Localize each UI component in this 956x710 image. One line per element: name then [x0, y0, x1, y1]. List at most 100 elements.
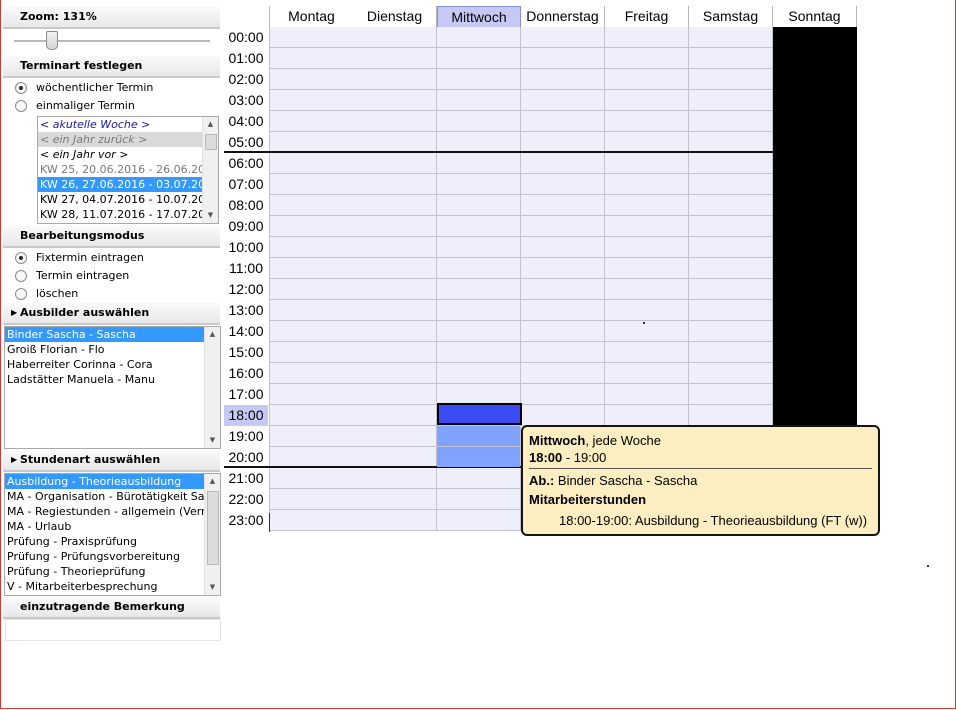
- expand-arrow-icon[interactable]: ▶: [11, 450, 17, 470]
- week-item-kw25[interactable]: KW 25, 20.06.2016 - 26.06.2016: [38, 162, 218, 177]
- time-slot[interactable]: [353, 489, 437, 510]
- zoom-slider-track[interactable]: [14, 40, 210, 43]
- expand-arrow-icon[interactable]: ▶: [11, 303, 17, 323]
- time-slot[interactable]: [269, 69, 354, 90]
- time-slot[interactable]: [605, 279, 689, 300]
- time-slot[interactable]: [773, 216, 857, 237]
- stundenart-item[interactable]: Prüfung - Praxisprüfung: [5, 534, 220, 549]
- week-item-year-back[interactable]: < ein Jahr zurück >: [38, 132, 218, 147]
- time-slot[interactable]: [605, 111, 689, 132]
- time-slot[interactable]: [269, 468, 354, 489]
- time-slot[interactable]: [353, 279, 437, 300]
- time-slot[interactable]: [521, 27, 605, 48]
- time-slot[interactable]: [269, 27, 354, 48]
- time-slot[interactable]: [521, 405, 605, 426]
- ausbilder-list-scrollbar[interactable]: ▲ ▼: [204, 327, 220, 448]
- time-slot[interactable]: [605, 405, 689, 426]
- ausbilder-list[interactable]: Binder Sascha - Sascha Groiß Florian - F…: [4, 326, 221, 449]
- time-slot[interactable]: [353, 342, 437, 363]
- time-slot[interactable]: [269, 363, 354, 384]
- time-slot[interactable]: [605, 237, 689, 258]
- radio-loeschen-indicator[interactable]: [15, 288, 27, 300]
- time-slot[interactable]: [353, 27, 437, 48]
- time-slot[interactable]: [689, 132, 773, 153]
- time-slot[interactable]: [689, 216, 773, 237]
- stundenart-item[interactable]: MA - Organisation - Bürotätigkeit Sauer …: [5, 489, 220, 504]
- time-slot[interactable]: [773, 69, 857, 90]
- time-slot[interactable]: [521, 153, 605, 174]
- time-slot[interactable]: [437, 111, 521, 132]
- radio-weekly-indicator[interactable]: [15, 82, 27, 94]
- time-slot[interactable]: [689, 48, 773, 69]
- time-slot[interactable]: [689, 405, 773, 426]
- time-slot[interactable]: [437, 342, 521, 363]
- day-header-montag[interactable]: Montag: [269, 6, 354, 28]
- scroll-up-icon[interactable]: ▲: [203, 117, 218, 132]
- time-slot[interactable]: [689, 279, 773, 300]
- time-slot[interactable]: [521, 342, 605, 363]
- stundenart-list-scrollbar[interactable]: ▲ ▼: [204, 474, 220, 595]
- time-slot[interactable]: [773, 27, 857, 48]
- time-slot[interactable]: [773, 90, 857, 111]
- time-slot[interactable]: [521, 363, 605, 384]
- time-slot[interactable]: [773, 132, 857, 153]
- week-list-scroll-thumb[interactable]: [205, 134, 217, 150]
- time-slot[interactable]: [605, 90, 689, 111]
- time-slot[interactable]: [605, 27, 689, 48]
- time-slot[interactable]: [773, 237, 857, 258]
- time-slot[interactable]: [773, 363, 857, 384]
- time-slot[interactable]: [353, 447, 437, 468]
- time-slot[interactable]: [521, 48, 605, 69]
- time-slot[interactable]: [521, 279, 605, 300]
- ausbilder-item[interactable]: Ladstätter Manuela - Manu: [5, 372, 220, 387]
- time-slot[interactable]: [437, 216, 521, 237]
- time-slot[interactable]: [521, 174, 605, 195]
- time-slot[interactable]: [353, 216, 437, 237]
- week-item-kw27[interactable]: KW 27, 04.07.2016 - 10.07.2016: [38, 192, 218, 207]
- time-slot[interactable]: [353, 384, 437, 405]
- time-slot[interactable]: [605, 132, 689, 153]
- time-slot[interactable]: [353, 69, 437, 90]
- week-list-scrollbar[interactable]: ▲ ▼: [202, 117, 218, 223]
- time-slot[interactable]: [521, 237, 605, 258]
- time-slot[interactable]: [269, 195, 354, 216]
- time-slot[interactable]: [521, 258, 605, 279]
- time-slot[interactable]: [773, 405, 857, 426]
- radio-fixtermin-indicator[interactable]: [15, 252, 27, 264]
- time-slot[interactable]: [437, 279, 521, 300]
- time-slot[interactable]: [437, 48, 521, 69]
- time-slot[interactable]: [689, 363, 773, 384]
- time-slot[interactable]: [605, 342, 689, 363]
- time-slot[interactable]: [353, 321, 437, 342]
- appointment-selected[interactable]: [437, 403, 522, 425]
- time-slot[interactable]: [605, 195, 689, 216]
- time-slot[interactable]: [521, 132, 605, 153]
- week-list[interactable]: < akutelle Woche > < ein Jahr zurück > <…: [37, 116, 219, 224]
- time-slot[interactable]: [353, 195, 437, 216]
- time-slot[interactable]: [353, 426, 437, 447]
- time-slot[interactable]: [437, 489, 521, 510]
- time-slot[interactable]: [269, 489, 354, 510]
- time-slot[interactable]: [773, 111, 857, 132]
- time-slot[interactable]: [437, 195, 521, 216]
- stundenart-item[interactable]: Prüfung - Theorieprüfung: [5, 564, 220, 579]
- ausbilder-item[interactable]: Haberreiter Corinna - Cora: [5, 357, 220, 372]
- time-slot[interactable]: [269, 90, 354, 111]
- scroll-up-icon[interactable]: ▲: [205, 474, 220, 489]
- time-slot[interactable]: [269, 384, 354, 405]
- time-slot[interactable]: [689, 342, 773, 363]
- time-slot[interactable]: [605, 69, 689, 90]
- appointment-block[interactable]: [437, 426, 520, 446]
- time-slot[interactable]: [437, 363, 521, 384]
- time-slot[interactable]: [689, 258, 773, 279]
- time-slot[interactable]: [269, 216, 354, 237]
- radio-termin-indicator[interactable]: [15, 270, 27, 282]
- time-slot[interactable]: [605, 153, 689, 174]
- time-slot[interactable]: [773, 342, 857, 363]
- time-slot[interactable]: [773, 279, 857, 300]
- bemerkung-input[interactable]: [5, 619, 221, 641]
- time-slot[interactable]: [521, 69, 605, 90]
- time-slot[interactable]: [521, 321, 605, 342]
- time-slot[interactable]: [269, 279, 354, 300]
- time-slot[interactable]: [605, 174, 689, 195]
